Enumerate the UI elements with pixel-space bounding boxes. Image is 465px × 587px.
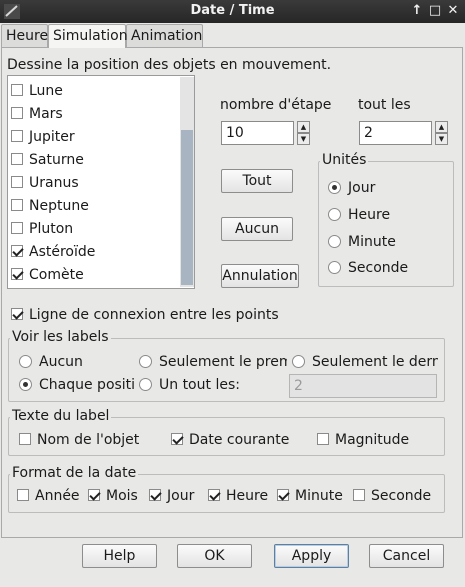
keep-above-icon[interactable]: ↑ [408, 2, 426, 20]
unit-heure[interactable]: Heure [328, 207, 390, 223]
tab-animation[interactable]: Animation [126, 24, 203, 47]
step-every-up[interactable]: ▲ [435, 121, 448, 133]
list-item[interactable]: Uranus [11, 175, 79, 195]
checkbox-minute[interactable] [277, 489, 289, 501]
label-opt-last[interactable]: Seulement le derni [292, 354, 438, 370]
checkbox-day[interactable] [149, 489, 161, 501]
none-button[interactable]: Aucun [221, 217, 293, 241]
checkbox-hour[interactable] [208, 489, 220, 501]
format-year[interactable]: Année [17, 488, 80, 504]
list-item[interactable]: Neptune [11, 198, 89, 218]
checkbox-jupiter[interactable] [11, 130, 23, 142]
ok-button[interactable]: OK [177, 544, 252, 568]
window-title: Date / Time [190, 3, 275, 18]
radio-jour[interactable] [328, 181, 341, 194]
checkbox-asteroide[interactable] [11, 245, 23, 257]
step-count-up[interactable]: ▲ [297, 121, 310, 133]
unit-seconde[interactable]: Seconde [328, 260, 408, 276]
checkbox-uranus[interactable] [11, 176, 23, 188]
checkbox-mars[interactable] [11, 107, 23, 119]
checkbox-neptune[interactable] [11, 199, 23, 211]
unit-minute[interactable]: Minute [328, 234, 396, 250]
checkbox-year[interactable] [17, 489, 29, 501]
checkbox-magnitude[interactable] [317, 433, 329, 445]
radio-seconde[interactable] [328, 261, 341, 274]
step-every-field[interactable]: 2 [359, 121, 432, 145]
radio-labels-last[interactable] [292, 355, 305, 368]
label-text-current-date[interactable]: Date courante [171, 432, 289, 448]
units-title: Unités [320, 152, 369, 168]
format-minute[interactable]: Minute [277, 488, 343, 504]
format-day[interactable]: Jour [149, 488, 194, 504]
list-item[interactable]: Lune [11, 83, 63, 103]
close-icon[interactable]: ✕ [444, 2, 462, 20]
list-item[interactable]: Jupiter [11, 129, 75, 149]
format-month[interactable]: Mois [88, 488, 138, 504]
label-text-title: Texte du label [10, 408, 112, 424]
step-count-field[interactable]: 10 [221, 121, 294, 145]
list-item[interactable]: Mars [11, 106, 63, 126]
checkbox-second[interactable] [353, 489, 365, 501]
checkbox-object-name[interactable] [19, 433, 31, 445]
step-count-label: nombre d'étape [220, 97, 332, 113]
objects-list[interactable]: Lune Mars Jupiter Saturne Uranus Neptune… [7, 75, 195, 289]
label-opt-every[interactable]: Un tout les: [139, 377, 240, 393]
help-button[interactable]: Help [82, 544, 157, 568]
label-text-object-name[interactable]: Nom de l'objet [19, 432, 139, 448]
maximize-icon[interactable]: □ [426, 2, 444, 20]
label-opt-none[interactable]: Aucun [19, 354, 83, 370]
labels-every-field[interactable]: 2 [289, 374, 437, 398]
annulation-button[interactable]: Annulation [221, 264, 299, 288]
connect-line-option[interactable]: Ligne de connexion entre les points [11, 307, 279, 323]
label-opt-each[interactable]: Chaque positio [19, 377, 135, 393]
apply-button[interactable]: Apply [274, 544, 349, 568]
step-every-label: tout les [358, 97, 411, 113]
radio-labels-none[interactable] [19, 355, 32, 368]
radio-labels-first[interactable] [139, 355, 152, 368]
checkbox-pluton[interactable] [11, 222, 23, 234]
format-second[interactable]: Seconde [353, 488, 431, 504]
unit-jour[interactable]: Jour [328, 180, 375, 196]
checkbox-comete[interactable] [11, 268, 23, 280]
labels-group-title: Voir les labels [10, 329, 111, 345]
date-format-title: Format de la date [10, 465, 139, 481]
checkbox-lune[interactable] [11, 84, 23, 96]
list-item[interactable]: Comète [11, 267, 84, 287]
all-button[interactable]: Tout [221, 169, 293, 193]
radio-minute[interactable] [328, 235, 341, 248]
cancel-button[interactable]: Cancel [369, 544, 444, 568]
radio-labels-each[interactable] [19, 378, 32, 391]
tab-heure[interactable]: Heure [1, 24, 48, 47]
step-count-down[interactable]: ▼ [297, 133, 310, 145]
tab-simulation[interactable]: Simulation [48, 24, 128, 48]
checkbox-saturne[interactable] [11, 153, 23, 165]
step-every-down[interactable]: ▼ [435, 133, 448, 145]
checkbox-month[interactable] [88, 489, 100, 501]
title-bar: Date / Time ↑ □ ✕ [0, 0, 465, 23]
radio-labels-every[interactable] [139, 378, 152, 391]
label-opt-first[interactable]: Seulement le premi [139, 354, 287, 370]
format-hour[interactable]: Heure [208, 488, 268, 504]
list-item[interactable]: Astéroïde [11, 244, 95, 264]
list-item[interactable]: Saturne [11, 152, 84, 172]
checkbox-current-date[interactable] [171, 433, 183, 445]
scrollbar-thumb[interactable] [181, 130, 193, 285]
label-text-magnitude[interactable]: Magnitude [317, 432, 409, 448]
radio-heure[interactable] [328, 208, 341, 221]
list-item[interactable]: Pluton [11, 221, 73, 241]
checkbox-connect-line[interactable] [11, 308, 23, 320]
description-text: Dessine la position des objets en mouvem… [7, 57, 332, 73]
